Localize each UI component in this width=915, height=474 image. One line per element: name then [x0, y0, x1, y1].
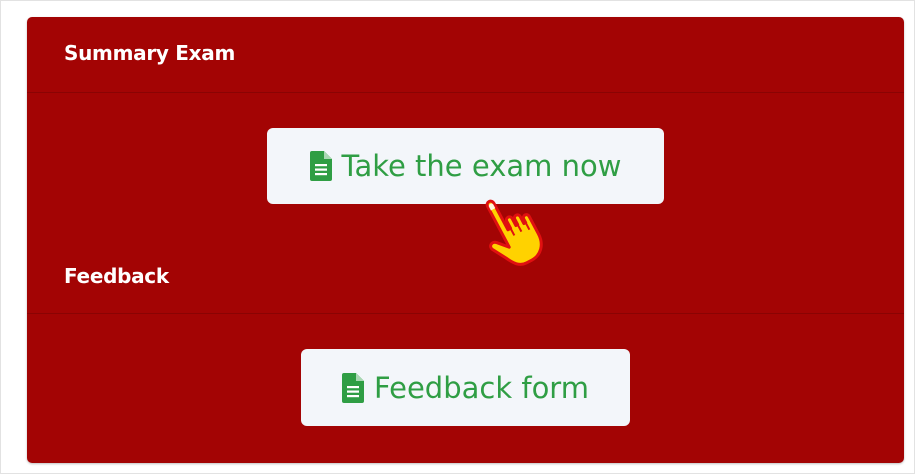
document-icon [309, 151, 332, 181]
feedback-form-button[interactable]: Feedback form [301, 349, 630, 426]
document-icon [342, 372, 365, 403]
take-exam-button-label: Take the exam now [341, 149, 622, 183]
section-divider [27, 92, 904, 93]
feedback-heading: Feedback [64, 264, 169, 288]
course-card: Summary Exam Take the exam now Feedback … [27, 17, 904, 463]
pointing-hand-cursor-icon [485, 199, 543, 266]
summary-exam-heading: Summary Exam [64, 41, 235, 65]
feedback-form-button-label: Feedback form [374, 370, 589, 405]
section-divider [27, 313, 904, 314]
take-exam-button[interactable]: Take the exam now [267, 128, 664, 204]
